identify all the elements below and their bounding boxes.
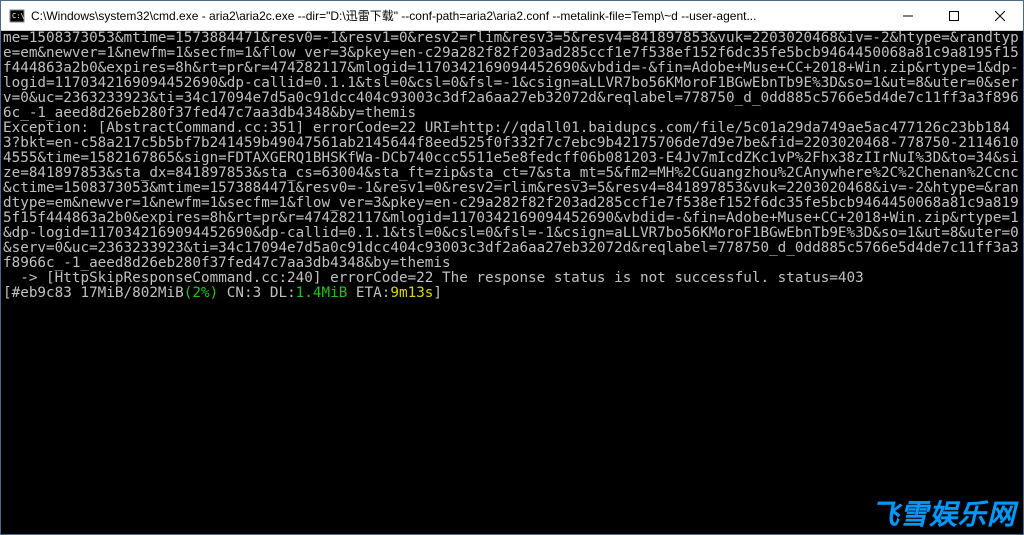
console-line: me=1508373053&mtime=1573884471&resv0=-1&… [3, 31, 1019, 121]
minimize-button[interactable] [885, 1, 931, 30]
status-eta: 9m13s [390, 285, 433, 301]
svg-text:C:\: C:\ [12, 12, 25, 20]
console-output[interactable]: me=1508373053&mtime=1573884471&resv0=-1&… [1, 31, 1023, 534]
status-mid: CN:3 DL: [218, 285, 295, 301]
status-percent: (2%) [184, 285, 218, 301]
cmd-window: C:\ C:\Windows\system32\cmd.exe - aria2\… [0, 0, 1024, 535]
status-eta-label: ETA: [347, 285, 390, 301]
console-line: -> [HttpSkipResponseCommand.cc:240] erro… [3, 270, 864, 286]
console-line: Exception: [AbstractCommand.cc:351] erro… [3, 120, 1019, 271]
close-button[interactable] [977, 1, 1023, 30]
status-line: [#eb9c83 17MiB/802MiB(2%) CN:3 DL:1.4MiB… [3, 285, 442, 301]
window-controls [885, 1, 1023, 30]
maximize-button[interactable] [931, 1, 977, 30]
status-prefix: [#eb9c83 17MiB/802MiB [3, 285, 184, 301]
status-suffix: ] [433, 285, 442, 301]
window-title: C:\Windows\system32\cmd.exe - aria2\aria… [31, 7, 885, 24]
titlebar[interactable]: C:\ C:\Windows\system32\cmd.exe - aria2\… [1, 1, 1023, 31]
cmd-icon: C:\ [9, 8, 25, 24]
status-dl: 1.4MiB [296, 285, 348, 301]
